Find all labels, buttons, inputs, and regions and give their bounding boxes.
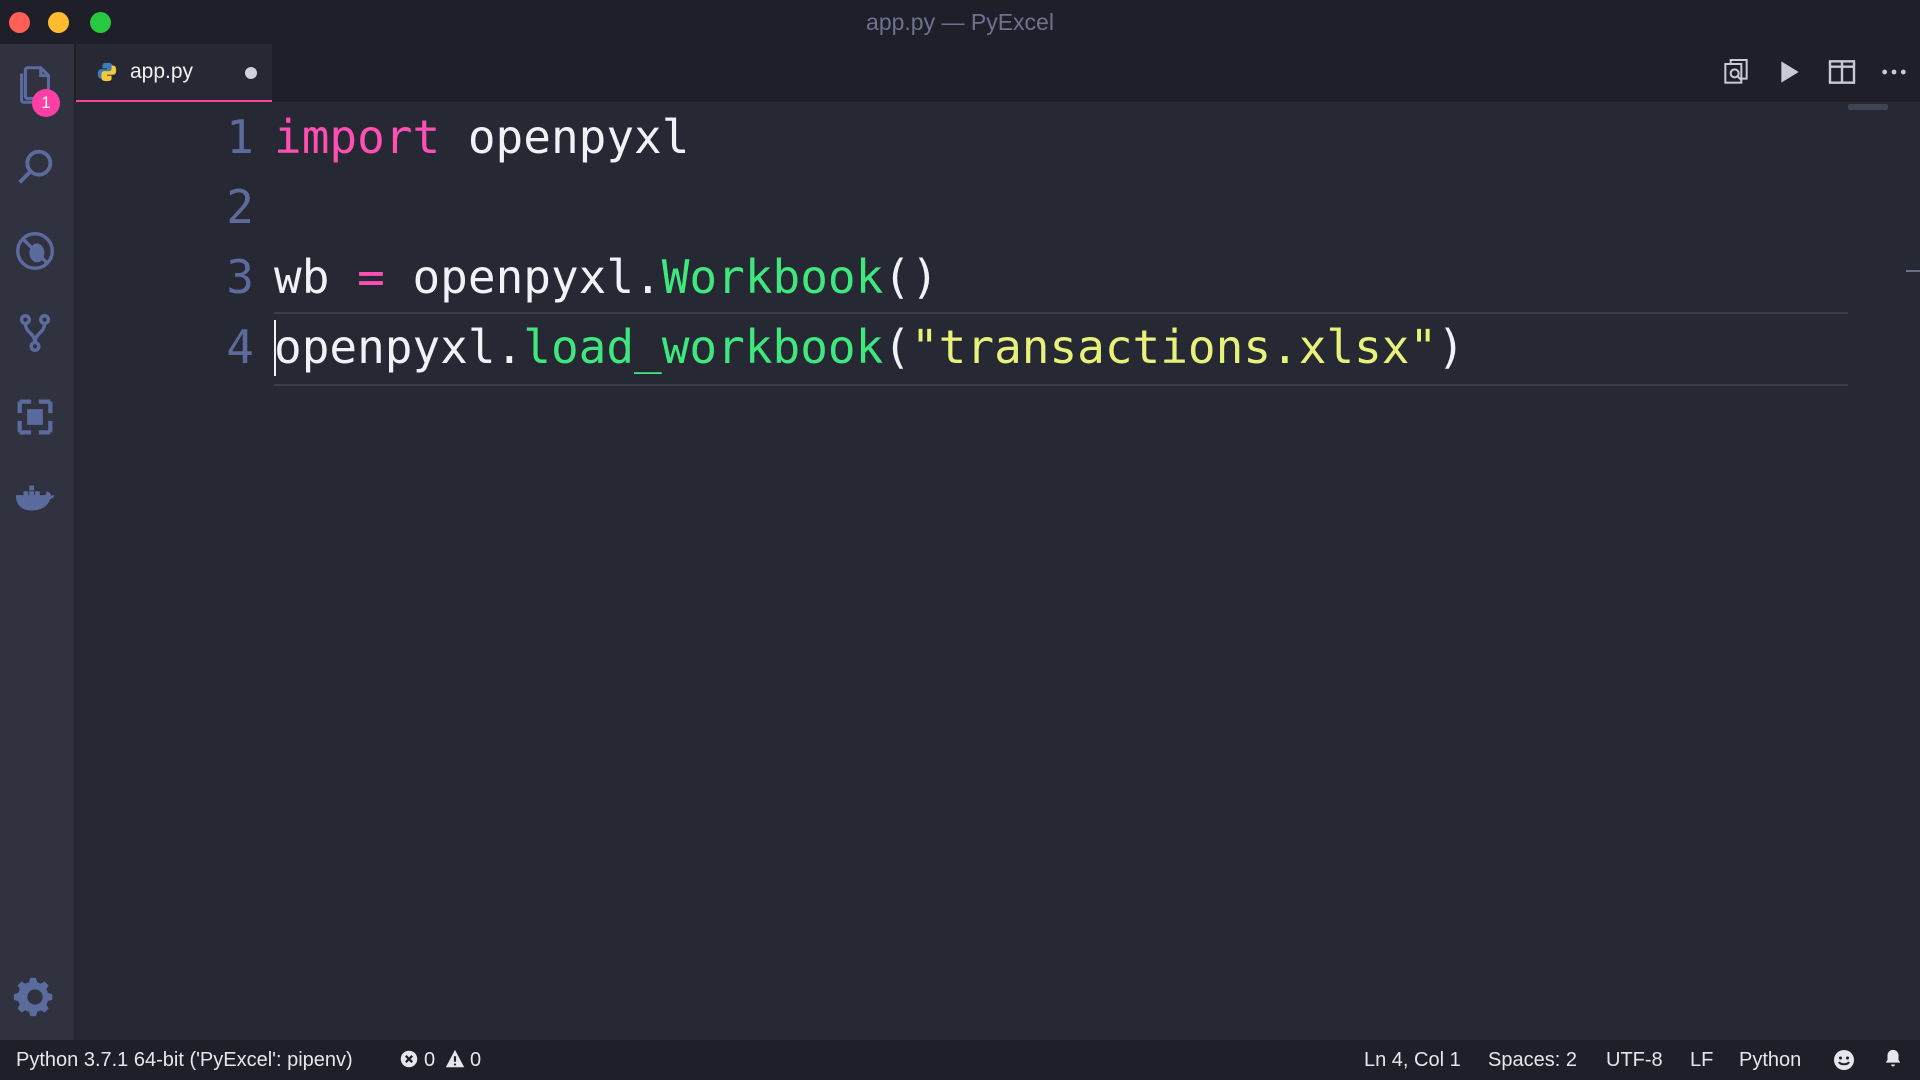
unsaved-changes-indicator[interactable]: [245, 67, 257, 79]
line-content[interactable]: import openpyxl: [274, 102, 689, 172]
cursor-position[interactable]: Ln 4, Col 1: [1364, 1049, 1461, 1072]
open-preview-icon[interactable]: [1720, 56, 1752, 88]
function-token: load_workbook: [523, 320, 884, 374]
identifier-token: openpyxl.: [412, 250, 662, 304]
source-control-icon[interactable]: [10, 308, 60, 358]
language-mode[interactable]: Python: [1739, 1049, 1801, 1072]
code-editor[interactable]: 1 import openpyxl 2 3 wb = openpyxl.Work…: [74, 102, 1920, 1040]
line-number: 1: [226, 110, 254, 164]
line-ending-setting[interactable]: LF: [1690, 1049, 1713, 1072]
encoding-setting[interactable]: UTF-8: [1606, 1049, 1663, 1072]
function-token: Workbook: [661, 250, 884, 304]
punctuation-token: ): [1437, 320, 1465, 374]
identifier-token: openpyxl: [440, 110, 690, 164]
string-token: "transactions.xlsx": [910, 320, 1438, 374]
tab-label: app.py: [130, 60, 194, 83]
keyword-token: import: [274, 110, 441, 164]
window-title: app.py — PyExcel: [866, 9, 1054, 35]
more-actions-icon[interactable]: [1878, 56, 1910, 88]
search-icon[interactable]: [10, 142, 60, 192]
code-line: 3 wb = openpyxl.Workbook(): [74, 242, 1920, 312]
run-icon[interactable]: [1772, 56, 1804, 88]
line-content[interactable]: openpyxl.load_workbook("transactions.xls…: [274, 312, 1465, 382]
feedback-icon[interactable]: [1832, 1048, 1854, 1070]
docker-icon[interactable]: [10, 474, 60, 524]
punctuation-token: (): [883, 250, 939, 304]
error-count[interactable]: 0: [424, 1049, 435, 1072]
python-interpreter-selector[interactable]: Python 3.7.1 64-bit ('PyExcel': pipenv): [16, 1049, 353, 1072]
operator-token: =: [329, 250, 413, 304]
notifications-icon[interactable]: [1882, 1048, 1904, 1070]
warning-icon[interactable]: [444, 1048, 466, 1070]
punctuation-token: (: [883, 320, 911, 374]
python-icon: [96, 61, 118, 83]
explorer-badge: 1: [32, 89, 60, 117]
split-editor-icon[interactable]: [1826, 56, 1858, 88]
code-line: 2: [74, 172, 1920, 242]
gear-icon[interactable]: [10, 972, 60, 1022]
indentation-setting[interactable]: Spaces: 2: [1488, 1049, 1577, 1072]
status-bar: Python 3.7.1 64-bit ('PyExcel': pipenv) …: [0, 1040, 1920, 1080]
debug-icon[interactable]: [10, 226, 60, 276]
line-number: 3: [226, 250, 254, 304]
line-number: 2: [226, 180, 254, 234]
extensions-icon[interactable]: [10, 392, 60, 442]
text-cursor: [274, 320, 276, 376]
code-line: openpyxl.load_workbook("transactions.xls…: [74, 312, 1920, 382]
code-line: 1 import openpyxl: [74, 102, 1920, 172]
identifier-token: openpyxl.: [274, 320, 524, 374]
tab-app-py[interactable]: app.py: [76, 44, 272, 102]
title-bar: app.py — PyExcel: [0, 0, 1920, 44]
line-content[interactable]: wb = openpyxl.Workbook(): [274, 242, 939, 312]
warning-count[interactable]: 0: [470, 1049, 481, 1072]
tab-bar: app.py: [74, 44, 1920, 102]
activity-bar: 1: [0, 44, 74, 1040]
identifier-token: wb: [274, 250, 330, 304]
error-icon[interactable]: [398, 1048, 420, 1070]
